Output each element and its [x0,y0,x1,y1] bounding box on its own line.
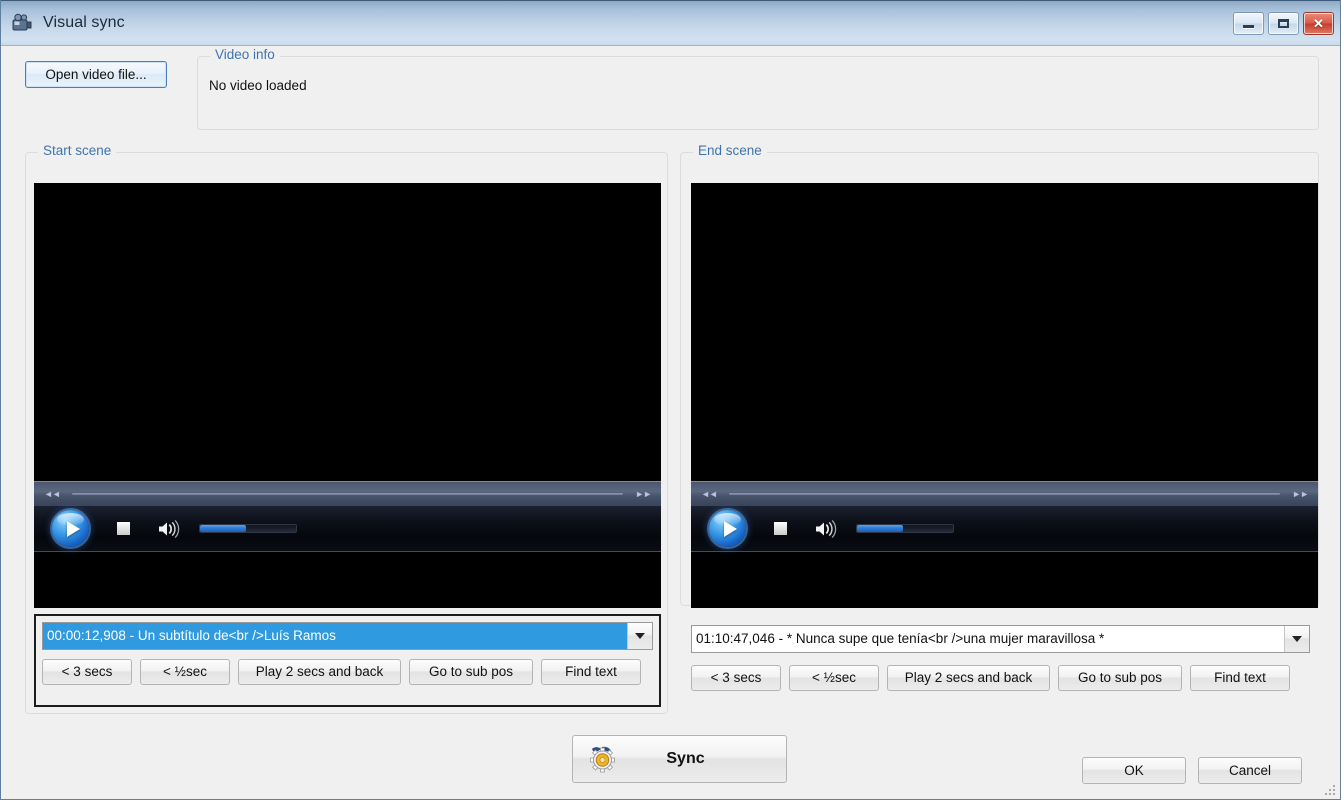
end-scene-seek-row[interactable]: ◄◄ ►► [691,481,1318,506]
minimize-button[interactable] [1233,11,1264,35]
chevron-down-icon[interactable] [627,623,652,649]
close-button[interactable]: ✕ [1303,11,1334,35]
window-title: Visual sync [43,14,125,31]
start-find-text-button[interactable]: Find text [541,659,641,685]
end-scene-subtitle-value: 01:10:47,046 - * Nunca supe que tenía<br… [696,631,1105,646]
start-scene-player-bar: ◄◄ ►► [34,481,661,552]
play-icon[interactable] [709,510,746,547]
start-scene-title: Start scene [38,143,117,158]
start-scene-controls-row [34,506,661,552]
start-play-2-secs-and-back-button[interactable]: Play 2 secs and back [238,659,401,685]
fast-forward-icon[interactable]: ►► [635,489,652,499]
end-find-text-button[interactable]: Find text [1190,665,1290,691]
open-video-file-button[interactable]: Open video file... [25,61,167,88]
end-back-3-secs-button[interactable]: < 3 secs [691,665,781,691]
start-scene-subtitle-value: 00:00:12,908 - Un subtítulo de<br />Luís… [43,623,627,649]
end-scene-controls-row [691,506,1318,552]
play-triangle-icon [723,520,737,537]
close-icon: ✕ [1313,15,1324,31]
end-scene-seek-track[interactable] [728,493,1281,495]
end-scene-volume-slider[interactable] [856,524,954,533]
caret-down-glyph [1292,636,1302,642]
gear-icon [587,743,619,776]
start-scene-seek-track[interactable] [71,493,624,495]
fast-forward-icon[interactable]: ►► [1292,489,1309,499]
volume-icon[interactable] [814,519,840,539]
minimize-icon [1243,24,1254,28]
maximize-button[interactable] [1268,11,1299,35]
start-scene-volume-level [200,525,247,532]
chevron-down-icon[interactable] [1284,626,1309,652]
stop-icon[interactable] [774,522,787,535]
film-camera-icon [11,12,33,34]
rewind-icon[interactable]: ◄◄ [701,489,718,499]
maximize-icon [1278,18,1289,28]
end-scene-player-bar: ◄◄ ►► [691,481,1318,552]
start-scene-subtitle-panel: 00:00:12,908 - Un subtítulo de<br />Luís… [34,614,661,707]
start-back-3-secs-button[interactable]: < 3 secs [42,659,132,685]
titlebar: Visual sync ✕ [1,0,1340,46]
end-back-half-sec-button[interactable]: < ½sec [789,665,879,691]
end-scene-nav-buttons: < 3 secs < ½sec Play 2 secs and back Go … [691,665,1290,691]
rewind-icon[interactable]: ◄◄ [44,489,61,499]
video-info-title: Video info [210,47,280,62]
sync-button-label: Sync [666,750,705,767]
start-scene-video-surface[interactable]: ◄◄ ►► [34,183,661,608]
end-scene-subtitle-combo[interactable]: 01:10:47,046 - * Nunca supe que tenía<br… [691,625,1310,653]
start-scene-nav-buttons: < 3 secs < ½sec Play 2 secs and back Go … [42,659,641,685]
start-go-to-sub-pos-button[interactable]: Go to sub pos [409,659,533,685]
start-scene-group: Start scene ◄◄ ►► 00:00:12,908 - Un subt… [25,143,668,714]
end-play-2-secs-and-back-button[interactable]: Play 2 secs and back [887,665,1050,691]
visual-sync-window: Visual sync ✕ Open video file... Video i… [0,0,1341,800]
ok-button[interactable]: OK [1082,757,1186,784]
resize-grip[interactable] [1323,783,1337,797]
volume-icon[interactable] [157,519,183,539]
cancel-button[interactable]: Cancel [1198,757,1302,784]
end-scene-video-surface[interactable]: ◄◄ ►► [691,183,1318,608]
end-scene-volume-level [857,525,904,532]
end-go-to-sub-pos-button[interactable]: Go to sub pos [1058,665,1182,691]
start-scene-subtitle-combo[interactable]: 00:00:12,908 - Un subtítulo de<br />Luís… [42,622,653,650]
start-scene-volume-slider[interactable] [199,524,297,533]
stop-icon[interactable] [117,522,130,535]
video-info-group: Video info No video loaded [197,47,1319,130]
caret-down-glyph [635,633,645,639]
play-icon[interactable] [52,510,89,547]
start-scene-seek-row[interactable]: ◄◄ ►► [34,481,661,506]
start-back-half-sec-button[interactable]: < ½sec [140,659,230,685]
window-controls: ✕ [1233,11,1334,35]
sync-button[interactable]: Sync [572,735,787,783]
play-triangle-icon [66,520,80,537]
end-scene-group: End scene ◄◄ ►► 01:10:47,046 - * Nunca s… [680,143,1319,691]
video-info-status: No video loaded [209,78,307,93]
end-scene-title: End scene [693,143,767,158]
